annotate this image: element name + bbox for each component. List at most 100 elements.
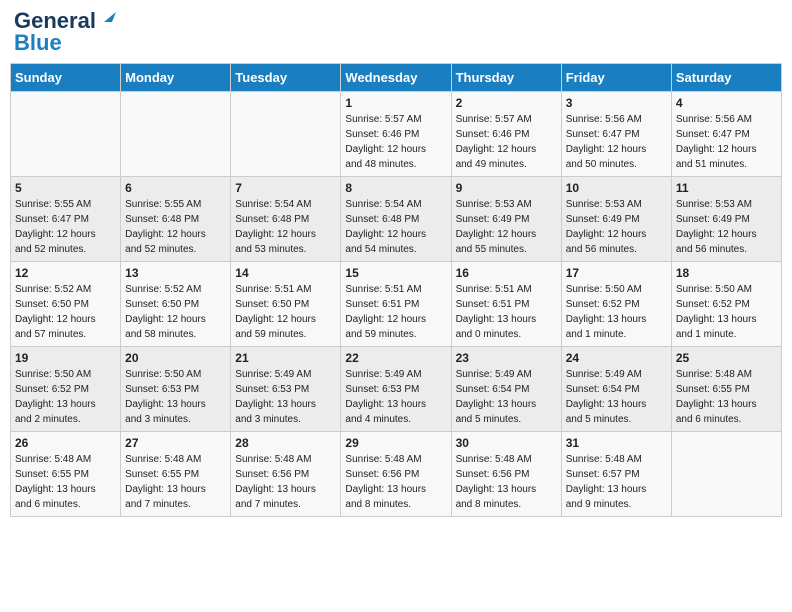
calendar-cell: 26 Sunrise: 5:48 AM Sunset: 6:55 PM Dayli…	[11, 432, 121, 517]
day-number: 8	[345, 181, 446, 195]
day-number: 4	[676, 96, 777, 110]
day-number: 30	[456, 436, 557, 450]
calendar-week-row: 12 Sunrise: 5:52 AM Sunset: 6:50 PM Dayli…	[11, 262, 782, 347]
calendar-cell: 3Sunrise: 5:56 AM Sunset: 6:47 PM Daylig…	[561, 92, 671, 177]
day-info: Sunrise: 5:49 AM Sunset: 6:54 PM Dayligh…	[456, 367, 557, 427]
day-info: Sunrise: 5:49 AM Sunset: 6:53 PM Dayligh…	[345, 367, 446, 427]
calendar-cell: 27 Sunrise: 5:48 AM Sunset: 6:55 PM Dayli…	[121, 432, 231, 517]
calendar-cell: 21 Sunrise: 5:49 AM Sunset: 6:53 PM Dayli…	[231, 347, 341, 432]
day-number: 12	[15, 266, 116, 280]
day-info: Sunrise: 5:55 AM Sunset: 6:48 PM Dayligh…	[125, 197, 226, 257]
day-number: 18	[676, 266, 777, 280]
calendar-table: SundayMondayTuesdayWednesdayThursdayFrid…	[10, 63, 782, 517]
calendar-cell: 30 Sunrise: 5:48 AM Sunset: 6:56 PM Dayli…	[451, 432, 561, 517]
calendar-cell: 15 Sunrise: 5:51 AM Sunset: 6:51 PM Dayli…	[341, 262, 451, 347]
header-monday: Monday	[121, 64, 231, 92]
day-info: Sunrise: 5:48 AM Sunset: 6:56 PM Dayligh…	[345, 452, 446, 512]
day-info: Sunrise: 5:51 AM Sunset: 6:51 PM Dayligh…	[345, 282, 446, 342]
calendar-cell: 10Sunrise: 5:53 AM Sunset: 6:49 PM Dayli…	[561, 177, 671, 262]
header-friday: Friday	[561, 64, 671, 92]
day-number: 2	[456, 96, 557, 110]
day-info: Sunrise: 5:57 AM Sunset: 6:46 PM Dayligh…	[345, 112, 446, 172]
calendar-cell: 1Sunrise: 5:57 AM Sunset: 6:46 PM Daylig…	[341, 92, 451, 177]
header-tuesday: Tuesday	[231, 64, 341, 92]
calendar-cell: 14Sunrise: 5:51 AM Sunset: 6:50 PM Dayli…	[231, 262, 341, 347]
day-info: Sunrise: 5:53 AM Sunset: 6:49 PM Dayligh…	[456, 197, 557, 257]
header-thursday: Thursday	[451, 64, 561, 92]
calendar-cell: 2 Sunrise: 5:57 AM Sunset: 6:46 PM Daylig…	[451, 92, 561, 177]
day-number: 6	[125, 181, 226, 195]
day-info: Sunrise: 5:53 AM Sunset: 6:49 PM Dayligh…	[676, 197, 777, 257]
day-info: Sunrise: 5:49 AM Sunset: 6:53 PM Dayligh…	[235, 367, 336, 427]
calendar-week-row: 5 Sunrise: 5:55 AM Sunset: 6:47 PM Daylig…	[11, 177, 782, 262]
logo-bird-icon	[98, 8, 116, 26]
header-sunday: Sunday	[11, 64, 121, 92]
day-info: Sunrise: 5:52 AM Sunset: 6:50 PM Dayligh…	[15, 282, 116, 342]
calendar-cell	[11, 92, 121, 177]
day-number: 21	[235, 351, 336, 365]
calendar-cell: 17Sunrise: 5:50 AM Sunset: 6:52 PM Dayli…	[561, 262, 671, 347]
day-number: 7	[235, 181, 336, 195]
day-info: Sunrise: 5:55 AM Sunset: 6:47 PM Dayligh…	[15, 197, 116, 257]
logo-text-general: General	[14, 10, 96, 32]
day-number: 17	[566, 266, 667, 280]
day-number: 5	[15, 181, 116, 195]
day-info: Sunrise: 5:50 AM Sunset: 6:52 PM Dayligh…	[676, 282, 777, 342]
day-info: Sunrise: 5:50 AM Sunset: 6:52 PM Dayligh…	[15, 367, 116, 427]
calendar-cell: 13 Sunrise: 5:52 AM Sunset: 6:50 PM Dayli…	[121, 262, 231, 347]
page-header: General Blue	[10, 10, 782, 55]
calendar-cell	[121, 92, 231, 177]
day-number: 11	[676, 181, 777, 195]
day-number: 3	[566, 96, 667, 110]
calendar-week-row: 26 Sunrise: 5:48 AM Sunset: 6:55 PM Dayli…	[11, 432, 782, 517]
calendar-cell: 31 Sunrise: 5:48 AM Sunset: 6:57 PM Dayli…	[561, 432, 671, 517]
calendar-cell: 18 Sunrise: 5:50 AM Sunset: 6:52 PM Dayli…	[671, 262, 781, 347]
day-info: Sunrise: 5:51 AM Sunset: 6:51 PM Dayligh…	[456, 282, 557, 342]
calendar-cell: 25Sunrise: 5:48 AM Sunset: 6:55 PM Dayli…	[671, 347, 781, 432]
day-number: 9	[456, 181, 557, 195]
day-number: 14	[235, 266, 336, 280]
calendar-cell: 5 Sunrise: 5:55 AM Sunset: 6:47 PM Daylig…	[11, 177, 121, 262]
calendar-cell: 11 Sunrise: 5:53 AM Sunset: 6:49 PM Dayli…	[671, 177, 781, 262]
calendar-week-row: 19 Sunrise: 5:50 AM Sunset: 6:52 PM Dayli…	[11, 347, 782, 432]
day-number: 15	[345, 266, 446, 280]
calendar-cell: 29 Sunrise: 5:48 AM Sunset: 6:56 PM Dayli…	[341, 432, 451, 517]
day-info: Sunrise: 5:48 AM Sunset: 6:55 PM Dayligh…	[15, 452, 116, 512]
calendar-header-row: SundayMondayTuesdayWednesdayThursdayFrid…	[11, 64, 782, 92]
day-info: Sunrise: 5:48 AM Sunset: 6:57 PM Dayligh…	[566, 452, 667, 512]
header-wednesday: Wednesday	[341, 64, 451, 92]
calendar-cell: 24Sunrise: 5:49 AM Sunset: 6:54 PM Dayli…	[561, 347, 671, 432]
calendar-cell	[231, 92, 341, 177]
day-info: Sunrise: 5:48 AM Sunset: 6:56 PM Dayligh…	[235, 452, 336, 512]
day-info: Sunrise: 5:48 AM Sunset: 6:55 PM Dayligh…	[125, 452, 226, 512]
day-number: 31	[566, 436, 667, 450]
calendar-cell: 16Sunrise: 5:51 AM Sunset: 6:51 PM Dayli…	[451, 262, 561, 347]
header-saturday: Saturday	[671, 64, 781, 92]
calendar-cell: 12 Sunrise: 5:52 AM Sunset: 6:50 PM Dayli…	[11, 262, 121, 347]
logo-text-blue: Blue	[14, 30, 62, 55]
day-info: Sunrise: 5:52 AM Sunset: 6:50 PM Dayligh…	[125, 282, 226, 342]
day-info: Sunrise: 5:48 AM Sunset: 6:55 PM Dayligh…	[676, 367, 777, 427]
calendar-cell: 23 Sunrise: 5:49 AM Sunset: 6:54 PM Dayli…	[451, 347, 561, 432]
day-info: Sunrise: 5:48 AM Sunset: 6:56 PM Dayligh…	[456, 452, 557, 512]
day-info: Sunrise: 5:54 AM Sunset: 6:48 PM Dayligh…	[235, 197, 336, 257]
day-number: 27	[125, 436, 226, 450]
day-number: 24	[566, 351, 667, 365]
day-info: Sunrise: 5:56 AM Sunset: 6:47 PM Dayligh…	[676, 112, 777, 172]
calendar-week-row: 1Sunrise: 5:57 AM Sunset: 6:46 PM Daylig…	[11, 92, 782, 177]
day-info: Sunrise: 5:57 AM Sunset: 6:46 PM Dayligh…	[456, 112, 557, 172]
day-number: 23	[456, 351, 557, 365]
day-number: 28	[235, 436, 336, 450]
day-number: 13	[125, 266, 226, 280]
day-number: 20	[125, 351, 226, 365]
logo: General Blue	[14, 10, 116, 55]
day-number: 19	[15, 351, 116, 365]
calendar-cell: 4 Sunrise: 5:56 AM Sunset: 6:47 PM Daylig…	[671, 92, 781, 177]
day-info: Sunrise: 5:53 AM Sunset: 6:49 PM Dayligh…	[566, 197, 667, 257]
day-info: Sunrise: 5:54 AM Sunset: 6:48 PM Dayligh…	[345, 197, 446, 257]
day-number: 26	[15, 436, 116, 450]
calendar-cell: 7 Sunrise: 5:54 AM Sunset: 6:48 PM Daylig…	[231, 177, 341, 262]
day-number: 29	[345, 436, 446, 450]
day-info: Sunrise: 5:50 AM Sunset: 6:53 PM Dayligh…	[125, 367, 226, 427]
calendar-cell: 6 Sunrise: 5:55 AM Sunset: 6:48 PM Daylig…	[121, 177, 231, 262]
